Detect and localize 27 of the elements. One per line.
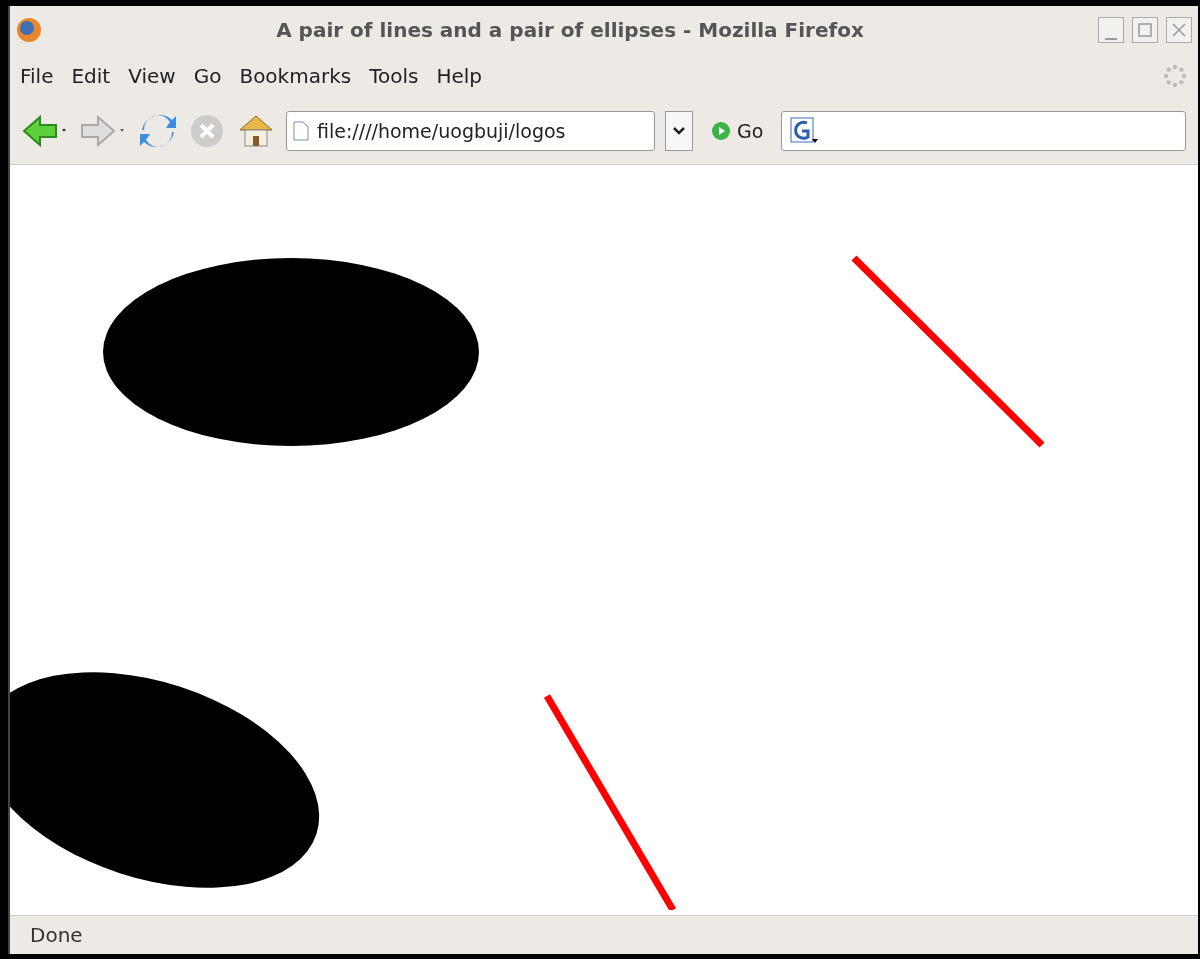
- stop-button[interactable]: [188, 112, 226, 150]
- reload-button[interactable]: [138, 112, 178, 150]
- dropdown-button[interactable]: [665, 111, 693, 151]
- menu-item[interactable]: Edit: [71, 64, 111, 88]
- minimize-icon: [1105, 38, 1117, 40]
- search-engine-icon: [790, 117, 821, 145]
- maximize-icon: [1138, 23, 1152, 37]
- chevron-icon: [673, 127, 685, 135]
- menu-item[interactable]: Tools: [369, 64, 419, 88]
- menu-item[interactable]: View: [128, 64, 176, 88]
- menu-item[interactable]: Help: [436, 64, 483, 88]
- maximize-button[interactable]: [1132, 17, 1158, 43]
- address-field[interactable]: file:////home/uogbuji/logos: [286, 111, 655, 151]
- menu-item[interactable]: Go: [193, 64, 222, 88]
- close-button[interactable]: [1166, 17, 1192, 43]
- menu-item[interactable]: File: [20, 64, 54, 88]
- throbber-icon: [1162, 63, 1188, 89]
- page-icon: [293, 121, 309, 141]
- go-button[interactable]: Go: [703, 120, 772, 142]
- status-text: Done: [10, 915, 1198, 954]
- globe-icon: [16, 17, 42, 43]
- play-icon: [711, 121, 731, 141]
- minimize-button[interactable]: [1098, 17, 1124, 43]
- menu-item[interactable]: Bookmarks: [239, 64, 352, 88]
- window-title: A pair of lines and a pair of ellipses - Mozilla Firefox: [275, 18, 865, 42]
- close-icon: [1172, 23, 1186, 37]
- search-field[interactable]: [781, 111, 1186, 151]
